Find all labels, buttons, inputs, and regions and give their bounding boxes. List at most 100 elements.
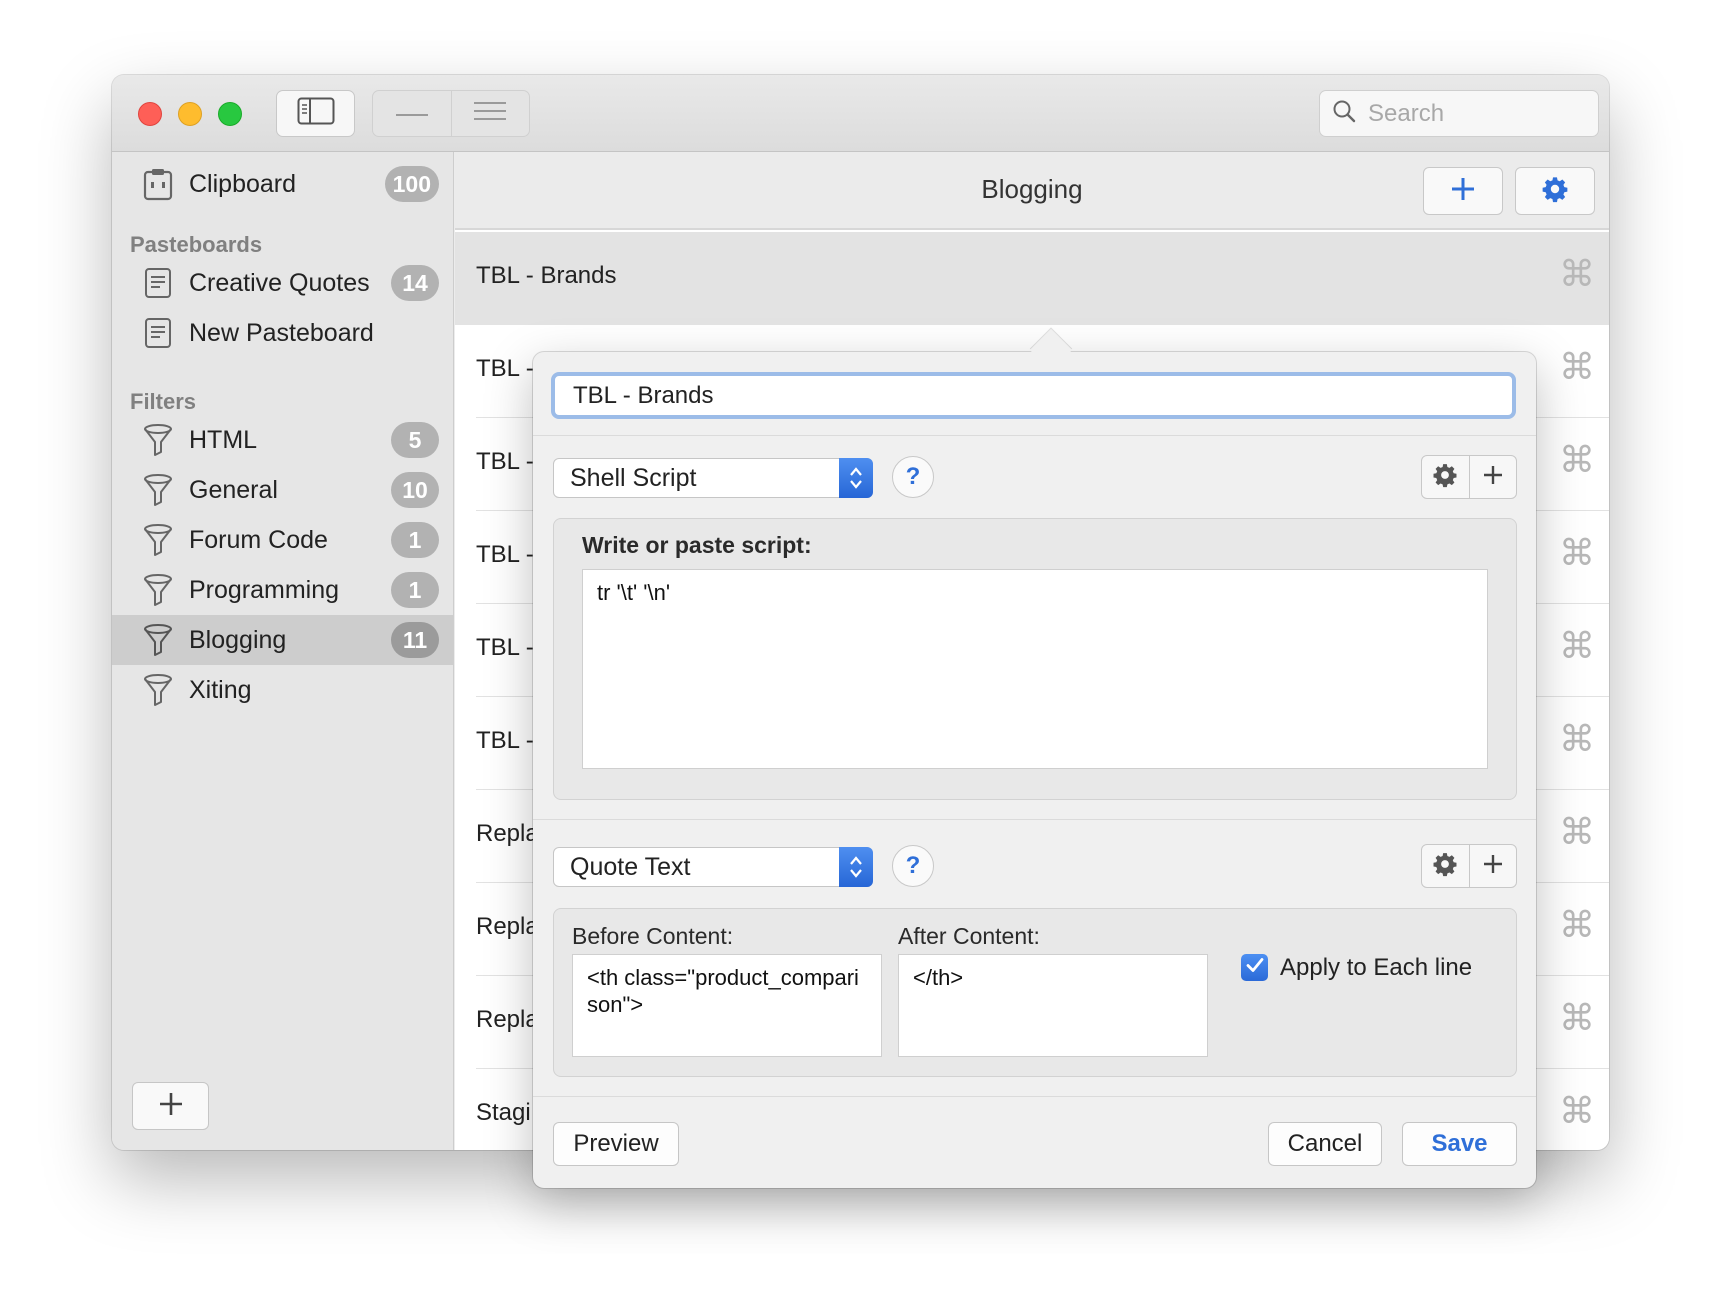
action-options-control[interactable] (1421, 844, 1517, 888)
chevron-up-down-icon (839, 458, 873, 498)
sidebar-item-label: Blogging (189, 625, 287, 654)
filter-funnel-icon (142, 473, 174, 507)
sidebar-item-xiting[interactable]: Xiting (112, 665, 453, 715)
clip-title: TBL - (476, 355, 534, 382)
action-options-control[interactable] (1421, 455, 1517, 499)
filter-funnel-icon (142, 623, 174, 657)
title-bar (112, 75, 1609, 152)
count-badge: 5 (391, 422, 439, 458)
sidebar-item-html[interactable]: HTML 5 (112, 415, 453, 465)
clip-name-input[interactable] (571, 380, 1512, 411)
settings-button[interactable] (1515, 167, 1595, 215)
cancel-button[interactable]: Cancel (1268, 1122, 1382, 1166)
count-badge: 1 (391, 572, 439, 608)
count-badge: 1 (391, 522, 439, 558)
preview-button[interactable]: Preview (553, 1122, 679, 1166)
pasteboards-heading: Pasteboards (130, 232, 263, 257)
search-icon (1332, 99, 1356, 128)
filter-funnel-icon (142, 573, 174, 607)
command-key-icon: ⌘ (1559, 718, 1595, 759)
script-label: Write or paste script: (582, 532, 812, 558)
sidebar-item-label: HTML (189, 425, 258, 454)
list-view-button[interactable] (450, 91, 530, 136)
filters-heading: Filters (130, 389, 197, 414)
clip-title: Repla (476, 1006, 539, 1033)
action-settings-button[interactable] (1422, 845, 1469, 887)
plus-icon (158, 1091, 184, 1122)
sidebar-item-creative-quotes[interactable]: Creative Quotes 14 (112, 258, 453, 308)
command-key-icon: ⌘ (1559, 253, 1595, 294)
action-type-select[interactable]: Shell Script (553, 458, 873, 498)
clipboard-icon (142, 167, 174, 201)
sidebar-item-label: Xiting (189, 675, 252, 704)
quote-text-group: Before Content: After Content: Apply to … (553, 908, 1517, 1077)
filter-funnel-icon (142, 423, 174, 457)
add-sidebar-item-button[interactable] (132, 1082, 209, 1130)
gear-icon (1541, 175, 1569, 208)
sidebar-item-label: Clipboard (189, 169, 297, 198)
gear-icon (1432, 851, 1458, 882)
add-action-button[interactable] (1468, 845, 1517, 887)
count-badge: 11 (391, 622, 439, 658)
sidebar-item-blogging[interactable]: Blogging 11 (112, 615, 453, 665)
script-group: Write or paste script: (553, 518, 1517, 800)
sidebar-item-clipboard[interactable]: Clipboard 100 (112, 159, 453, 209)
search-field[interactable] (1319, 90, 1599, 137)
before-content-input[interactable] (572, 954, 882, 1057)
command-key-icon: ⌘ (1559, 997, 1595, 1038)
command-key-icon: ⌘ (1559, 811, 1595, 852)
sidebar-item-label: New Pasteboard (189, 318, 374, 347)
script-editor[interactable] (582, 569, 1488, 769)
sidebar-item-forum-code[interactable]: Forum Code 1 (112, 515, 453, 565)
count-badge: 100 (384, 166, 439, 202)
after-content-input[interactable] (898, 954, 1208, 1057)
divider (533, 1096, 1536, 1097)
divider (533, 435, 1536, 436)
command-key-icon: ⌘ (1559, 346, 1595, 387)
count-badge: 14 (391, 265, 439, 301)
count-badge: 10 (391, 472, 439, 508)
command-key-icon: ⌘ (1559, 1090, 1595, 1131)
add-action-button[interactable] (1468, 456, 1517, 498)
command-key-icon: ⌘ (1559, 904, 1595, 945)
before-content-label: Before Content: (572, 923, 734, 949)
sidebar-item-label: Programming (189, 575, 340, 604)
command-key-icon: ⌘ (1559, 532, 1595, 573)
content-header: Blogging (455, 152, 1609, 230)
sidebar-item-programming[interactable]: Programming 1 (112, 565, 453, 615)
clip-name-field[interactable] (551, 372, 1516, 419)
maximize-window-button[interactable] (218, 102, 242, 126)
plus-icon (1482, 853, 1504, 880)
sidebar-item-label: Creative Quotes (189, 268, 370, 297)
sidebar-item-general[interactable]: General 10 (112, 465, 453, 515)
action-settings-button[interactable] (1422, 456, 1469, 498)
clip-title: TBL - (476, 448, 534, 475)
minimize-window-button[interactable] (178, 102, 202, 126)
save-button[interactable]: Save (1402, 1122, 1517, 1166)
filter-funnel-icon (142, 523, 174, 557)
after-content-label: After Content: (898, 923, 1040, 949)
chevron-up-down-icon (839, 847, 873, 887)
sidebar-item-new-pasteboard[interactable]: New Pasteboard (112, 308, 453, 358)
compact-view-button[interactable] (373, 91, 451, 136)
checkmark-icon (1245, 955, 1265, 980)
action-type-select[interactable]: Quote Text (553, 847, 873, 887)
clip-title: TBL - (476, 634, 534, 661)
list-lines-icon (473, 101, 507, 126)
close-window-button[interactable] (138, 102, 162, 126)
plus-icon (1482, 464, 1504, 491)
selected-action-type: Shell Script (570, 464, 697, 492)
view-mode-segmented-control[interactable] (372, 90, 530, 137)
clip-title: TBL - (476, 541, 534, 568)
add-clip-button[interactable] (1423, 167, 1503, 215)
toggle-sidebar-button[interactable] (276, 90, 355, 137)
apply-each-line-checkbox[interactable] (1241, 954, 1268, 981)
clip-title: Repla (476, 913, 539, 940)
command-key-icon: ⌘ (1559, 625, 1595, 666)
clip-title: TBL - Brands (476, 262, 617, 289)
clip-title: TBL - (476, 727, 534, 754)
clip-row[interactable]: TBL - Brands ⌘ (455, 232, 1609, 325)
search-input[interactable] (1366, 98, 1586, 129)
help-button[interactable]: ? (892, 845, 934, 887)
help-button[interactable]: ? (892, 456, 934, 498)
